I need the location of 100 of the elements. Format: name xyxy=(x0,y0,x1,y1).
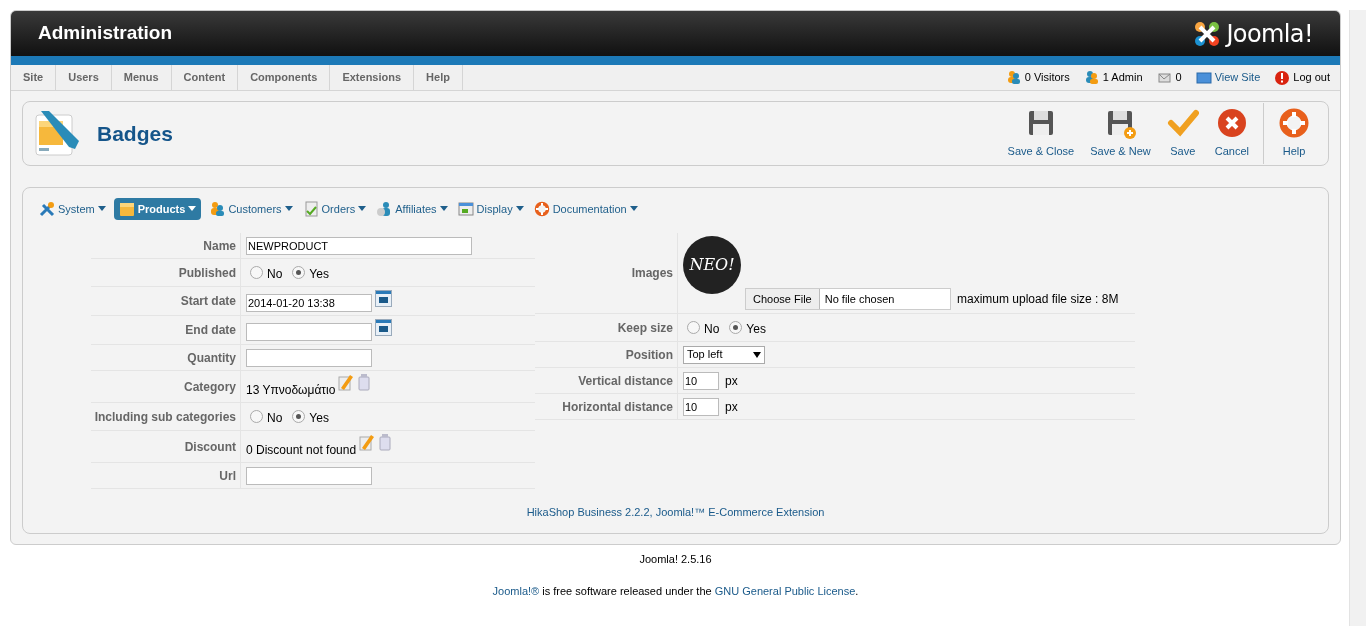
field-label: Start date xyxy=(91,287,241,315)
radio-label: Yes xyxy=(746,321,766,338)
menu-item[interactable]: Content xyxy=(171,65,239,90)
toolbar-button[interactable]: Save & New xyxy=(1082,107,1159,160)
file-status: No file chosen xyxy=(823,291,896,307)
credit-link[interactable]: HikaShop Business 2.2.2, Joomla!™ E-Commerce Extension xyxy=(526,506,825,518)
radio-button[interactable] xyxy=(687,321,700,334)
badge-preview: NEO! xyxy=(683,236,741,294)
box-icon xyxy=(118,201,135,217)
caret-down-icon xyxy=(188,206,197,212)
field-label: Images xyxy=(535,233,678,313)
users-icon xyxy=(209,201,226,217)
date-field[interactable]: 2014-01-20 13:38 xyxy=(246,294,372,312)
radio-label: No xyxy=(267,266,283,283)
page-title: Badges xyxy=(97,120,173,147)
radio-button[interactable] xyxy=(250,266,263,279)
field-label: Url xyxy=(91,463,241,488)
caret-down-icon xyxy=(515,206,524,212)
caret-down-icon xyxy=(284,206,293,212)
caret-down-icon xyxy=(439,206,448,212)
monitor-icon xyxy=(1195,69,1212,86)
view-site-link[interactable]: View Site xyxy=(1214,69,1261,86)
menu-tab[interactable]: Affiliates xyxy=(374,198,450,220)
cancel-icon xyxy=(1215,107,1248,140)
license-text: Joomla!® is free software released under the GNU General Public License. xyxy=(492,584,859,597)
radio-label: No xyxy=(267,410,283,427)
life-ring-icon xyxy=(533,201,550,217)
field-label: Position xyxy=(535,342,678,367)
menu-item[interactable]: Users xyxy=(56,65,112,90)
unit-label: px xyxy=(725,398,738,416)
menu-item[interactable]: Help xyxy=(414,65,463,90)
toolbar-button[interactable]: Help xyxy=(1270,107,1318,160)
pencil-icon xyxy=(359,434,376,451)
license-link[interactable]: Joomla!® xyxy=(492,584,540,597)
power-icon xyxy=(1274,69,1291,86)
field-label: Horizontal distance xyxy=(535,394,678,419)
upload-note: maximum upload file size : 8M xyxy=(957,291,1119,308)
menu-item[interactable]: Menus xyxy=(111,65,172,90)
radio-label: Yes xyxy=(309,266,329,283)
status-count: 1 Admin xyxy=(1102,70,1143,86)
calendar-icon xyxy=(375,319,392,336)
version-text: Joomla! 2.5.16 xyxy=(639,553,712,565)
users-icon xyxy=(1005,69,1022,86)
logout-link[interactable]: Log out xyxy=(1293,69,1330,86)
text-field[interactable] xyxy=(246,348,372,367)
caret-down-icon xyxy=(629,206,638,212)
toolbar-button[interactable]: Cancel xyxy=(1206,107,1257,160)
menu-tab[interactable]: System xyxy=(37,198,108,220)
toolbar-button[interactable]: Save & Close xyxy=(999,107,1083,160)
radio-button[interactable] xyxy=(292,410,306,423)
radio-button[interactable] xyxy=(729,321,743,334)
field-label: Name xyxy=(91,233,241,258)
field-label: Including sub categories xyxy=(91,403,241,430)
menu-tab[interactable]: Orders xyxy=(300,198,369,220)
field-label: Quantity xyxy=(91,345,241,370)
field-label: Keep size xyxy=(535,314,678,341)
number-field[interactable]: 10 xyxy=(683,371,719,390)
menu-tab[interactable]: Display xyxy=(455,198,526,220)
menu-item[interactable]: Components xyxy=(238,65,331,90)
toolbar-button[interactable]: Save xyxy=(1158,107,1207,160)
text-field[interactable]: NEWPRODUCT xyxy=(246,236,472,255)
users-icon xyxy=(376,201,393,217)
radio-label: No xyxy=(704,321,720,338)
field-value: 0 Discount not found xyxy=(246,442,357,459)
field-value: 13 Υπνοδωμάτιο xyxy=(246,382,336,399)
radio-label: Yes xyxy=(309,410,329,427)
field-label: Published xyxy=(91,259,241,286)
radio-button[interactable] xyxy=(292,266,306,279)
tools-icon xyxy=(39,201,55,217)
menu-tab[interactable]: Customers xyxy=(207,198,295,220)
window-icon xyxy=(457,201,474,217)
trash-can-icon xyxy=(379,434,392,451)
document-check-icon xyxy=(302,201,319,217)
file-input[interactable]: Choose File No file chosen xyxy=(745,288,951,310)
menu-item[interactable]: Site xyxy=(11,65,57,90)
users-icon xyxy=(1083,69,1100,86)
header-title: Administration xyxy=(38,21,173,46)
pencil-icon xyxy=(338,374,355,391)
number-field[interactable]: 10 xyxy=(683,397,719,416)
unit-label: px xyxy=(725,372,738,390)
field-label: Vertical distance xyxy=(535,368,678,393)
caret-down-icon xyxy=(358,206,367,212)
dropdown[interactable]: Top left xyxy=(683,345,765,364)
status-count: 0 xyxy=(1175,70,1182,86)
status-count: 0 Visitors xyxy=(1024,70,1070,86)
menu-item[interactable]: Extensions xyxy=(330,65,415,90)
choose-file-button[interactable]: Choose File xyxy=(746,289,820,309)
calendar-icon xyxy=(375,290,392,307)
logo-wordmark: Joomla! xyxy=(1226,18,1313,50)
menu-tab[interactable]: Products xyxy=(113,198,202,220)
text-field[interactable] xyxy=(246,466,372,485)
life-ring-icon xyxy=(1278,107,1310,140)
field-label: End date xyxy=(91,316,241,344)
caret-down-icon xyxy=(97,206,106,212)
menu-tab[interactable]: Documentation xyxy=(531,198,640,220)
scrollbar[interactable] xyxy=(1349,10,1366,626)
radio-button[interactable] xyxy=(250,410,263,423)
trash-can-icon xyxy=(358,374,371,391)
field-label: Category xyxy=(91,371,241,402)
date-field[interactable] xyxy=(246,323,372,341)
